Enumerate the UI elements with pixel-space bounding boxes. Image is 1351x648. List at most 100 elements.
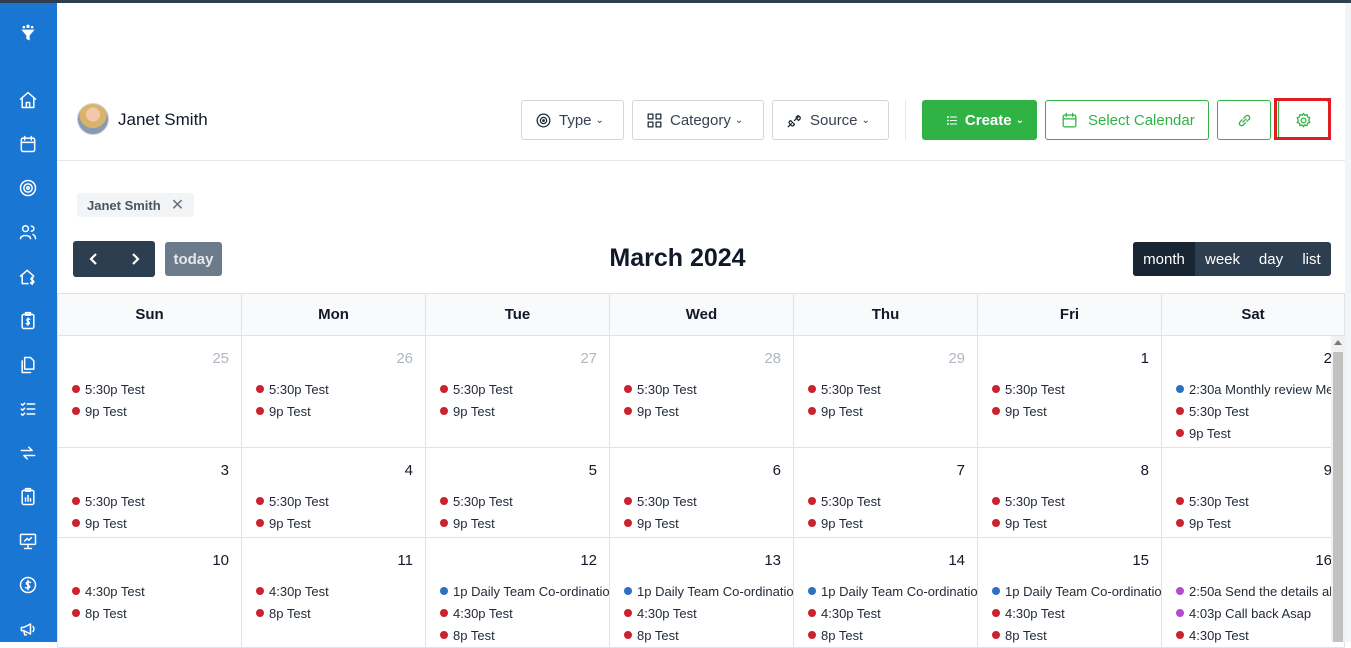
- calendar-event[interactable]: 9p Test: [624, 512, 793, 534]
- calendar-event[interactable]: 5:30p Test: [440, 378, 609, 400]
- target-icon[interactable]: [16, 176, 40, 200]
- day-number[interactable]: 14: [948, 552, 965, 569]
- day-number[interactable]: 8: [1141, 462, 1149, 479]
- calendar-event[interactable]: 9p Test: [808, 400, 977, 422]
- calendar-event[interactable]: 4:03p Call back Asap: [1176, 602, 1344, 624]
- calendar-event[interactable]: 5:30p Test: [992, 378, 1161, 400]
- day-cell[interactable]: 15 1p Daily Team Co-ordination 4:30p Test 8…: [978, 538, 1162, 647]
- view-day-button[interactable]: day: [1250, 242, 1292, 276]
- calendar-event[interactable]: 9p Test: [440, 400, 609, 422]
- calendar-icon[interactable]: [16, 132, 40, 156]
- day-cell[interactable]: 9 5:30p Test 9p Test: [1162, 448, 1345, 537]
- calendar-event[interactable]: 4:30p Test: [808, 602, 977, 624]
- calendar-event[interactable]: 5:30p Test: [1176, 400, 1344, 422]
- calendar-event[interactable]: 1p Daily Team Co-ordination: [808, 580, 977, 602]
- day-cell[interactable]: 26 5:30p Test 9p Test: [242, 336, 426, 447]
- day-number[interactable]: 16: [1315, 552, 1332, 569]
- transfer-icon[interactable]: [16, 441, 40, 465]
- checklist-icon[interactable]: [16, 397, 40, 421]
- close-icon[interactable]: ✕: [171, 195, 184, 215]
- calendar-event[interactable]: 5:30p Test: [72, 378, 241, 400]
- day-cell[interactable]: 27 5:30p Test 9p Test: [426, 336, 610, 447]
- day-cell[interactable]: 1 5:30p Test 9p Test: [978, 336, 1162, 447]
- calendar-event[interactable]: 2:50a Send the details about: [1176, 580, 1344, 602]
- day-number[interactable]: 13: [764, 552, 781, 569]
- clipboard-chart-icon[interactable]: [16, 485, 40, 509]
- scrollbar-thumb[interactable]: [1333, 352, 1343, 642]
- home-icon[interactable]: [16, 88, 40, 112]
- calendar-event[interactable]: 9p Test: [1176, 422, 1344, 444]
- calendar-event[interactable]: 1p Daily Team Co-ordination: [624, 580, 793, 602]
- calendar-event[interactable]: 5:30p Test: [992, 490, 1161, 512]
- calendar-event[interactable]: 1p Daily Team Co-ordination: [992, 580, 1161, 602]
- calendar-event[interactable]: 9p Test: [256, 400, 425, 422]
- calendar-event[interactable]: 5:30p Test: [440, 490, 609, 512]
- megaphone-icon[interactable]: [16, 617, 40, 641]
- calendar-event[interactable]: 9p Test: [72, 400, 241, 422]
- calendar-event[interactable]: 8p Test: [624, 624, 793, 646]
- calendar-event[interactable]: 4:30p Test: [624, 602, 793, 624]
- day-number[interactable]: 6: [773, 462, 781, 479]
- view-list-button[interactable]: list: [1292, 242, 1331, 276]
- day-cell[interactable]: 3 5:30p Test 9p Test: [57, 448, 242, 537]
- select-calendar-button[interactable]: Select Calendar: [1045, 100, 1209, 140]
- link-button[interactable]: [1217, 100, 1271, 140]
- day-cell[interactable]: 25 5:30p Test 9p Test: [57, 336, 242, 447]
- calendar-event[interactable]: 5:30p Test: [72, 490, 241, 512]
- calendar-event[interactable]: 9p Test: [808, 512, 977, 534]
- calendar-event[interactable]: 8p Test: [72, 602, 241, 624]
- day-number[interactable]: 11: [397, 552, 413, 569]
- day-cell[interactable]: 28 5:30p Test 9p Test: [610, 336, 794, 447]
- calendar-event[interactable]: 5:30p Test: [624, 490, 793, 512]
- view-week-button[interactable]: week: [1195, 242, 1250, 276]
- invoice-icon[interactable]: [16, 309, 40, 333]
- calendar-event[interactable]: 9p Test: [256, 512, 425, 534]
- day-cell[interactable]: 12 1p Daily Team Co-ordination 4:30p Test 8…: [426, 538, 610, 647]
- dollar-icon[interactable]: [16, 573, 40, 597]
- day-number[interactable]: 7: [957, 462, 965, 479]
- day-number[interactable]: 10: [212, 552, 229, 569]
- calendar-event[interactable]: 4:30p Test: [256, 580, 425, 602]
- calendar-event[interactable]: 9p Test: [992, 512, 1161, 534]
- category-filter-button[interactable]: Category ⌄: [632, 100, 764, 140]
- source-filter-button[interactable]: Source ⌄: [772, 100, 889, 140]
- day-number[interactable]: 25: [212, 350, 229, 367]
- calendar-event[interactable]: 9p Test: [72, 512, 241, 534]
- day-number[interactable]: 28: [764, 350, 781, 367]
- day-number[interactable]: 26: [396, 350, 413, 367]
- day-number[interactable]: 4: [405, 462, 413, 479]
- day-number[interactable]: 12: [580, 552, 597, 569]
- avatar[interactable]: [77, 103, 109, 135]
- scroll-up-arrow-icon[interactable]: [1334, 340, 1342, 345]
- calendar-event[interactable]: 9p Test: [992, 400, 1161, 422]
- calendar-event[interactable]: 8p Test: [992, 624, 1161, 646]
- day-number[interactable]: 15: [1132, 552, 1149, 569]
- calendar-event[interactable]: 4:30p Test: [72, 580, 241, 602]
- create-button[interactable]: Create ⌄: [922, 100, 1037, 140]
- day-cell[interactable]: 6 5:30p Test 9p Test: [610, 448, 794, 537]
- day-number[interactable]: 27: [580, 350, 597, 367]
- day-cell[interactable]: 11 4:30p Test 8p Test: [242, 538, 426, 647]
- calendar-event[interactable]: 4:30p Test: [440, 602, 609, 624]
- day-cell[interactable]: 5 5:30p Test 9p Test: [426, 448, 610, 537]
- day-cell[interactable]: 22:30a Monthly review Meeting5:30p Test9…: [1162, 336, 1345, 447]
- day-cell[interactable]: 4 5:30p Test 9p Test: [242, 448, 426, 537]
- day-cell[interactable]: 10 4:30p Test 8p Test: [57, 538, 242, 647]
- calendar-event[interactable]: 5:30p Test: [624, 378, 793, 400]
- calendar-event[interactable]: 9p Test: [440, 512, 609, 534]
- calendar-event[interactable]: 9p Test: [624, 400, 793, 422]
- calendar-event[interactable]: 1p Daily Team Co-ordination: [440, 580, 609, 602]
- day-cell[interactable]: 16 2:50a Send the details about 4:03p Call…: [1162, 538, 1345, 647]
- users-icon[interactable]: [16, 220, 40, 244]
- calendar-event[interactable]: 9p Test: [1176, 512, 1344, 534]
- calendar-event[interactable]: 5:30p Test: [1176, 490, 1344, 512]
- day-cell[interactable]: 29 5:30p Test 9p Test: [794, 336, 978, 447]
- day-number[interactable]: 3: [221, 462, 229, 479]
- documents-icon[interactable]: [16, 353, 40, 377]
- calendar-event[interactable]: 8p Test: [256, 602, 425, 624]
- day-cell[interactable]: 13 1p Daily Team Co-ordination 4:30p Test 8…: [610, 538, 794, 647]
- calendar-event[interactable]: 5:30p Test: [256, 490, 425, 512]
- day-number[interactable]: 29: [948, 350, 965, 367]
- calendar-event[interactable]: 4:30p Test: [1176, 624, 1344, 646]
- logo-icon[interactable]: [16, 21, 40, 45]
